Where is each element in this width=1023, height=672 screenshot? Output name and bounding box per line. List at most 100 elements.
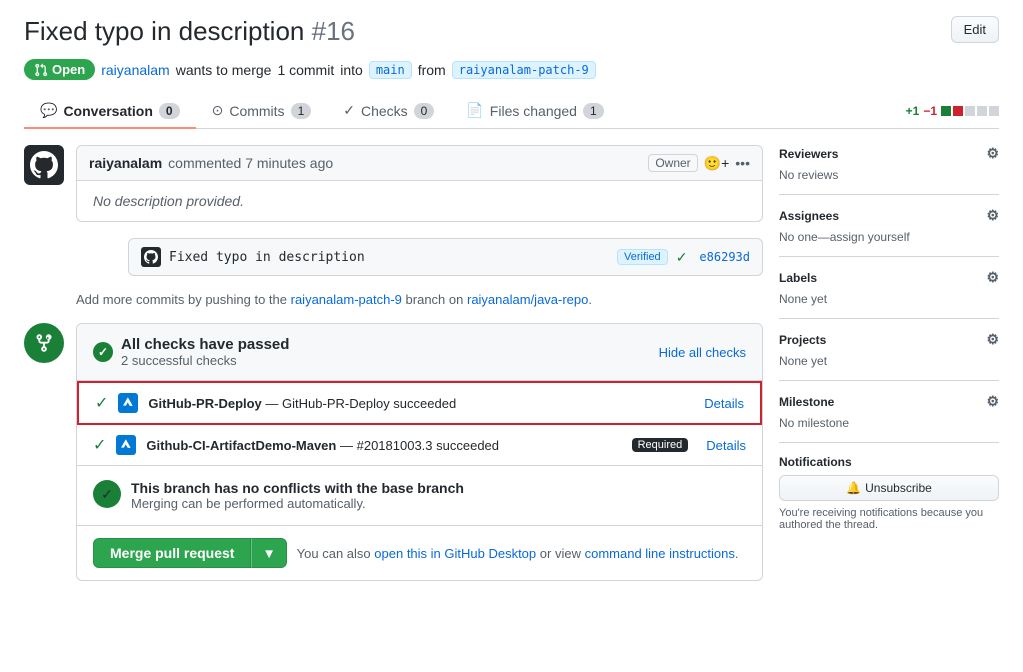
checks-title-text-area: All checks have passed 2 successful chec… xyxy=(121,336,289,368)
assignees-gear-icon[interactable]: ⚙ xyxy=(986,207,999,224)
diff-bar-3 xyxy=(965,106,975,116)
tab-files-changed[interactable]: 📄 Files changed 1 xyxy=(450,94,619,129)
emoji-button[interactable]: 🙂+ xyxy=(704,155,730,172)
pr-title-text: Fixed typo in description xyxy=(24,16,304,46)
sidebar-labels: Labels ⚙ None yet xyxy=(779,269,999,319)
info-text: Add more commits by pushing to the raiya… xyxy=(76,292,763,307)
merge-button-group: Merge pull request ▼ xyxy=(93,538,287,568)
main-layout: raiyanalam commented 7 minutes ago Owner… xyxy=(24,145,999,581)
conversation-icon: 💬 xyxy=(40,102,57,119)
merge-note-or: or view xyxy=(540,546,581,561)
comment-body-text: No description provided. xyxy=(93,193,244,209)
commit-check-icon: ✓ xyxy=(676,249,688,266)
commits-tab-label: Commits xyxy=(229,103,284,119)
hide-checks-link[interactable]: Hide all checks xyxy=(659,345,746,360)
azure-icon xyxy=(121,396,135,410)
merge-options-button[interactable]: ▼ xyxy=(251,538,286,568)
reviewers-label: Reviewers xyxy=(779,147,838,161)
checks-pass-icon: ✓ xyxy=(93,342,113,362)
edit-button[interactable]: Edit xyxy=(951,16,999,43)
check-1-service-icon xyxy=(118,393,138,413)
head-branch-link[interactable]: raiyanalam-patch-9 xyxy=(452,61,596,79)
into-text: into xyxy=(340,62,363,78)
merge-note-before: You can also xyxy=(297,546,371,561)
info-text-before: Add more commits by pushing to the xyxy=(76,292,287,307)
sidebar-notifications: Notifications 🔔 Unsubscribe You're recei… xyxy=(779,455,999,543)
merge-icon xyxy=(24,323,64,363)
tab-conversation[interactable]: 💬 Conversation 0 xyxy=(24,94,196,129)
comment-author: raiyanalam xyxy=(89,155,162,171)
milestone-label: Milestone xyxy=(779,395,834,409)
tab-checks[interactable]: ✓ Checks 0 xyxy=(327,94,450,129)
comment-time: commented 7 minutes ago xyxy=(168,155,333,171)
check-1-name: GitHub-PR-Deploy — GitHub-PR-Deploy succ… xyxy=(148,396,694,411)
sidebar-labels-title: Labels ⚙ xyxy=(779,269,999,286)
check-2-name: Github-CI-ArtifactDemo-Maven — #20181003… xyxy=(146,438,621,453)
merge-btn-section: Merge pull request ▼ You can also open t… xyxy=(77,526,762,580)
check-2-description: #20181003.3 succeeded xyxy=(357,438,499,453)
owner-badge: Owner xyxy=(648,154,697,172)
comment-area: raiyanalam commented 7 minutes ago Owner… xyxy=(24,145,763,280)
sidebar-notifications-title: Notifications xyxy=(779,455,999,469)
more-options-button[interactable]: ••• xyxy=(735,155,750,171)
pr-subheader: Open raiyanalam wants to merge 1 commit … xyxy=(24,59,999,80)
commit-count: 1 commit xyxy=(277,62,334,78)
author-link[interactable]: raiyanalam xyxy=(101,62,169,78)
merge-note-end: . xyxy=(735,546,739,561)
no-conflict-sub: Merging can be performed automatically. xyxy=(131,496,746,511)
labels-gear-icon[interactable]: ⚙ xyxy=(986,269,999,286)
merge-note: You can also open this in GitHub Desktop… xyxy=(297,546,739,561)
azure-icon-2 xyxy=(119,438,133,452)
command-line-link[interactable]: command line instructions xyxy=(585,546,735,561)
milestone-gear-icon[interactable]: ⚙ xyxy=(986,393,999,410)
reviewers-gear-icon[interactable]: ⚙ xyxy=(986,145,999,162)
checks-subtitle: 2 successful checks xyxy=(121,353,289,368)
pr-title: Fixed typo in description #16 xyxy=(24,16,355,47)
sidebar-projects-title: Projects ⚙ xyxy=(779,331,999,348)
base-branch-link[interactable]: main xyxy=(369,61,412,79)
conversation-tab-count: 0 xyxy=(159,103,180,119)
merge-pull-request-button[interactable]: Merge pull request xyxy=(93,538,251,568)
check-item-1-inner: ✓ GitHub-PR-Deploy — GitHub-PR-Deploy su… xyxy=(79,383,760,423)
checks-tab-count: 0 xyxy=(414,103,435,119)
files-tab-count: 1 xyxy=(583,103,604,119)
milestone-value: No milestone xyxy=(779,416,999,430)
commits-tab-count: 1 xyxy=(291,103,312,119)
sidebar-reviewers-title: Reviewers ⚙ xyxy=(779,145,999,162)
tab-commits[interactable]: ⊙ Commits 1 xyxy=(196,94,328,129)
check-1-details-link[interactable]: Details xyxy=(704,396,744,411)
avatar xyxy=(24,145,64,185)
open-github-desktop-link[interactable]: open this in GitHub Desktop xyxy=(374,546,536,561)
projects-gear-icon[interactable]: ⚙ xyxy=(986,331,999,348)
check-2-service-icon xyxy=(116,435,136,455)
merge-icon-area: ✓ All checks have passed 2 successful ch… xyxy=(24,323,763,581)
diff-bars xyxy=(941,106,999,116)
status-text: Open xyxy=(52,62,85,77)
sidebar-projects: Projects ⚙ None yet xyxy=(779,331,999,381)
check-2-details-link[interactable]: Details xyxy=(706,438,746,453)
labels-value: None yet xyxy=(779,292,999,306)
commit-sha-link[interactable]: e86293d xyxy=(699,250,750,264)
assignees-label: Assignees xyxy=(779,209,839,223)
check-2-name-text: Github-CI-ArtifactDemo-Maven xyxy=(146,438,336,453)
files-tab-label: Files changed xyxy=(490,103,577,119)
unsubscribe-label: Unsubscribe xyxy=(865,481,932,495)
unsubscribe-button[interactable]: 🔔 Unsubscribe xyxy=(779,475,999,501)
tabs-bar: 💬 Conversation 0 ⊙ Commits 1 ✓ Checks 0 … xyxy=(24,94,999,129)
pr-number: #16 xyxy=(312,16,355,46)
comment-header-right: Owner 🙂+ ••• xyxy=(648,154,750,172)
check-1-status-icon: ✓ xyxy=(95,393,108,413)
no-conflict-icon: ✓ xyxy=(93,480,121,508)
bell-icon: 🔔 xyxy=(846,481,861,495)
checks-tab-label: Checks xyxy=(361,103,408,119)
info-text-middle: branch on xyxy=(406,292,464,307)
comment-block-wrapper: raiyanalam commented 7 minutes ago Owner… xyxy=(76,145,763,280)
no-conflict-title: This branch has no conflicts with the ba… xyxy=(131,480,746,496)
assignees-value: No one—assign yourself xyxy=(779,230,999,244)
notifications-label: Notifications xyxy=(779,455,852,469)
checks-title-area: ✓ All checks have passed 2 successful ch… xyxy=(93,336,289,368)
info-branch-link[interactable]: raiyanalam-patch-9 xyxy=(291,292,402,307)
projects-label: Projects xyxy=(779,333,826,347)
info-repo-link[interactable]: raiyanalam/java-repo xyxy=(467,292,588,307)
sidebar-reviewers: Reviewers ⚙ No reviews xyxy=(779,145,999,195)
